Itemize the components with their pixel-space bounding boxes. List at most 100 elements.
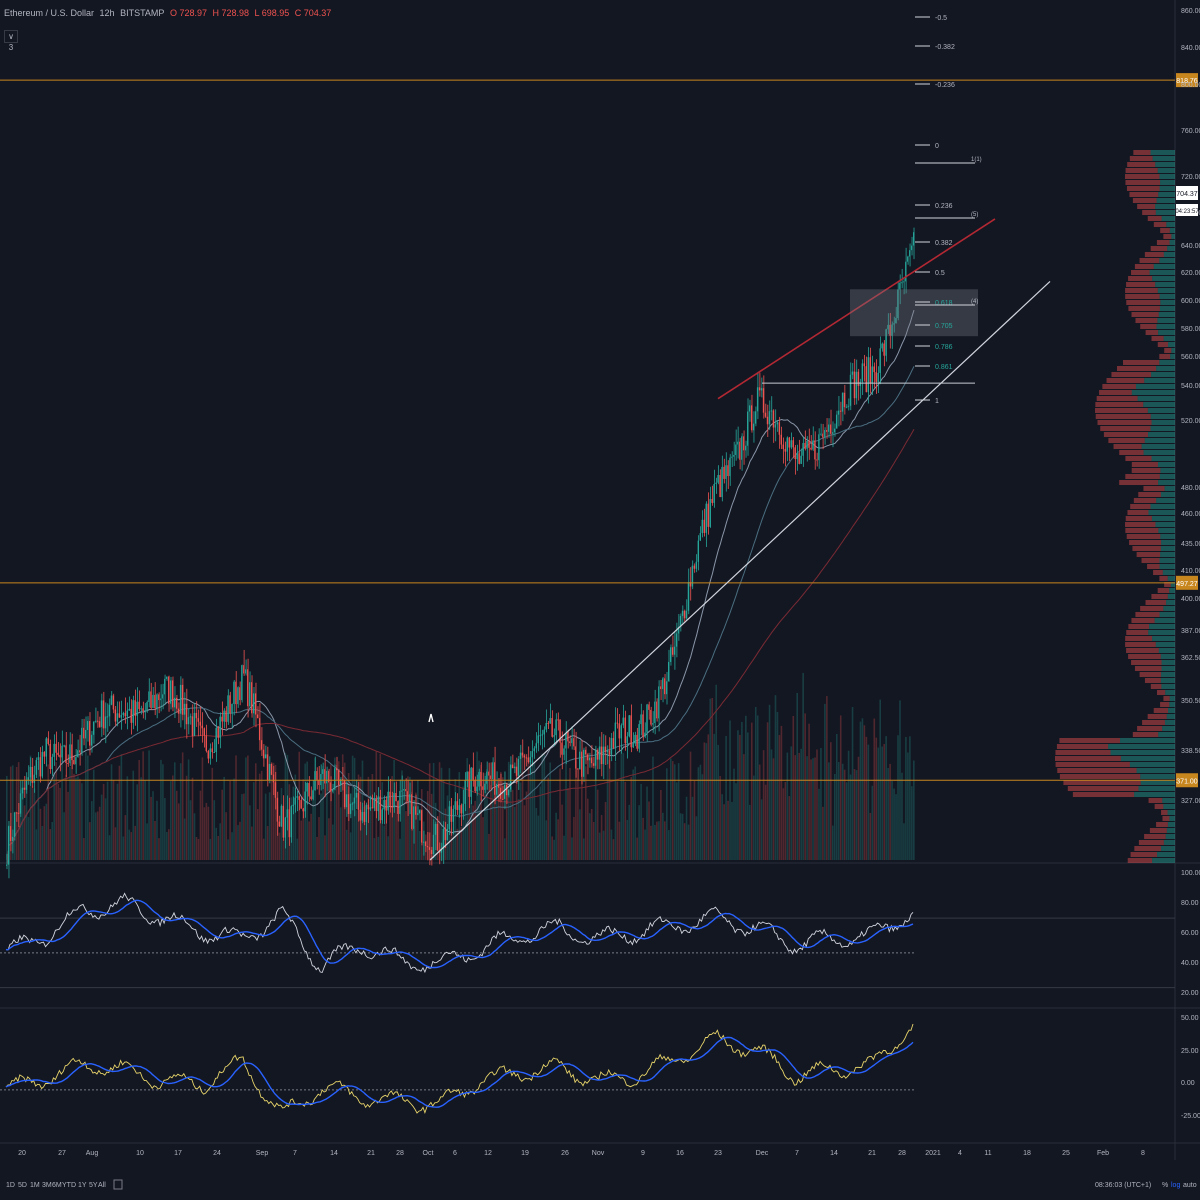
percent-toggle[interactable]: % bbox=[1162, 1182, 1168, 1189]
volume-bar bbox=[454, 779, 457, 860]
volume-bar bbox=[798, 752, 800, 860]
range-button-ytd[interactable]: YTD bbox=[62, 1182, 76, 1189]
candle-body bbox=[598, 746, 601, 760]
interval-label[interactable]: 12h bbox=[100, 8, 115, 18]
price-tick-label: 387.00 bbox=[1181, 628, 1200, 635]
volume-bar bbox=[596, 789, 599, 860]
candle-body bbox=[701, 519, 703, 534]
candle-body bbox=[193, 712, 196, 736]
clock-time[interactable]: 08:36:03 (UTC+1) bbox=[1095, 1182, 1151, 1189]
volume-bar bbox=[521, 753, 524, 860]
range-button-1d[interactable]: 1D bbox=[6, 1182, 15, 1189]
candle-body bbox=[519, 752, 522, 759]
candle-body bbox=[237, 687, 239, 705]
candle-body bbox=[197, 718, 200, 722]
candle-body bbox=[899, 282, 901, 290]
volume-profile-row bbox=[1167, 594, 1175, 599]
volume-profile-row bbox=[1135, 318, 1158, 323]
candle-body bbox=[221, 716, 223, 722]
volume-bar bbox=[624, 781, 627, 860]
volume-profile-row bbox=[1162, 816, 1170, 821]
volume-bar bbox=[847, 750, 850, 860]
candle-body bbox=[851, 371, 854, 375]
volume-profile-row bbox=[1161, 846, 1175, 851]
indicator-collapse-button[interactable]: ∨ 3 bbox=[4, 30, 18, 52]
candle-body bbox=[140, 708, 142, 710]
volume-bar bbox=[826, 696, 828, 860]
candle-body bbox=[365, 804, 368, 822]
candle-body bbox=[758, 387, 761, 391]
volume-bar bbox=[679, 813, 682, 860]
volume-bar bbox=[195, 836, 198, 860]
time-tick-label: 18 bbox=[1023, 1150, 1031, 1157]
range-button-5y[interactable]: 5Y bbox=[89, 1182, 98, 1189]
candle-body bbox=[61, 745, 63, 758]
volume-bar bbox=[758, 764, 761, 860]
price-tick-label: 640.00 bbox=[1181, 243, 1200, 250]
volume-bar bbox=[65, 774, 67, 860]
candle-body bbox=[630, 715, 632, 748]
candle-body bbox=[112, 695, 115, 710]
candle-body bbox=[675, 633, 678, 647]
candle-body bbox=[162, 694, 164, 699]
range-button-all[interactable]: All bbox=[98, 1182, 106, 1189]
range-button-5d[interactable]: 5D bbox=[18, 1182, 27, 1189]
candle-body bbox=[549, 718, 551, 724]
volume-bar bbox=[144, 780, 146, 860]
price-tick-label: 760.00 bbox=[1181, 128, 1200, 135]
volume-profile-row bbox=[1168, 708, 1175, 713]
candle-body bbox=[389, 791, 391, 806]
candle-body bbox=[776, 422, 779, 425]
volume-bar bbox=[387, 836, 389, 860]
log-toggle[interactable]: log bbox=[1171, 1182, 1180, 1189]
volume-bar bbox=[780, 725, 783, 860]
candle-body bbox=[156, 694, 158, 709]
range-button-1m[interactable]: 1M bbox=[30, 1182, 40, 1189]
candle-body bbox=[812, 440, 814, 450]
price-tick-label: 840.00 bbox=[1181, 45, 1200, 52]
candle-body bbox=[217, 727, 219, 738]
range-button-6m[interactable]: 6M bbox=[52, 1182, 62, 1189]
candle-body bbox=[290, 806, 292, 838]
candle-body bbox=[488, 771, 490, 776]
volume-profile-row bbox=[1160, 228, 1170, 233]
volume-profile-row bbox=[1148, 432, 1175, 437]
volume-bar bbox=[146, 823, 148, 860]
candle-body bbox=[707, 503, 709, 527]
candle-body bbox=[187, 717, 190, 725]
volume-profile-row bbox=[1137, 204, 1156, 209]
volume-bar bbox=[383, 825, 386, 860]
volume-bar bbox=[183, 818, 186, 860]
candle-body bbox=[766, 416, 769, 425]
volume-bar bbox=[632, 769, 634, 860]
candle-body bbox=[879, 348, 881, 373]
volume-bar bbox=[166, 831, 168, 860]
candle-body bbox=[806, 440, 808, 449]
resistance-zone[interactable] bbox=[850, 289, 978, 337]
auto-toggle[interactable]: auto bbox=[1183, 1182, 1197, 1189]
chart-canvas[interactable]: 818.76497.27371.00 -0.5-0.382-0.23600.23… bbox=[0, 0, 1200, 1200]
volume-profile-row bbox=[1144, 378, 1175, 383]
volume-bar bbox=[128, 829, 131, 860]
volume-profile-row bbox=[1171, 234, 1175, 239]
time-tick-label: 14 bbox=[330, 1150, 338, 1157]
volume-profile-row bbox=[1152, 858, 1175, 863]
volume-profile-row bbox=[1127, 510, 1149, 515]
volume-bar bbox=[820, 747, 822, 860]
volume-profile-row bbox=[1139, 672, 1162, 677]
symbol-name[interactable]: Ethereum / U.S. Dollar bbox=[4, 8, 94, 18]
fib-level-label: 0.5 bbox=[935, 270, 945, 277]
candle-body bbox=[308, 782, 310, 797]
close-value: C 704.37 bbox=[294, 8, 332, 18]
candle-body bbox=[288, 809, 290, 838]
fib-level-label: 0.705 bbox=[935, 323, 953, 330]
candle-body bbox=[590, 757, 593, 764]
candle-body bbox=[612, 738, 615, 748]
volume-profile-row bbox=[1161, 672, 1175, 677]
volume-profile-row bbox=[1131, 462, 1158, 467]
volume-profile-row bbox=[1140, 324, 1157, 329]
volume-bar bbox=[693, 780, 696, 860]
range-button-3m[interactable]: 3M bbox=[42, 1182, 52, 1189]
range-button-1y[interactable]: 1Y bbox=[78, 1182, 87, 1189]
volume-profile-row bbox=[1132, 732, 1159, 737]
